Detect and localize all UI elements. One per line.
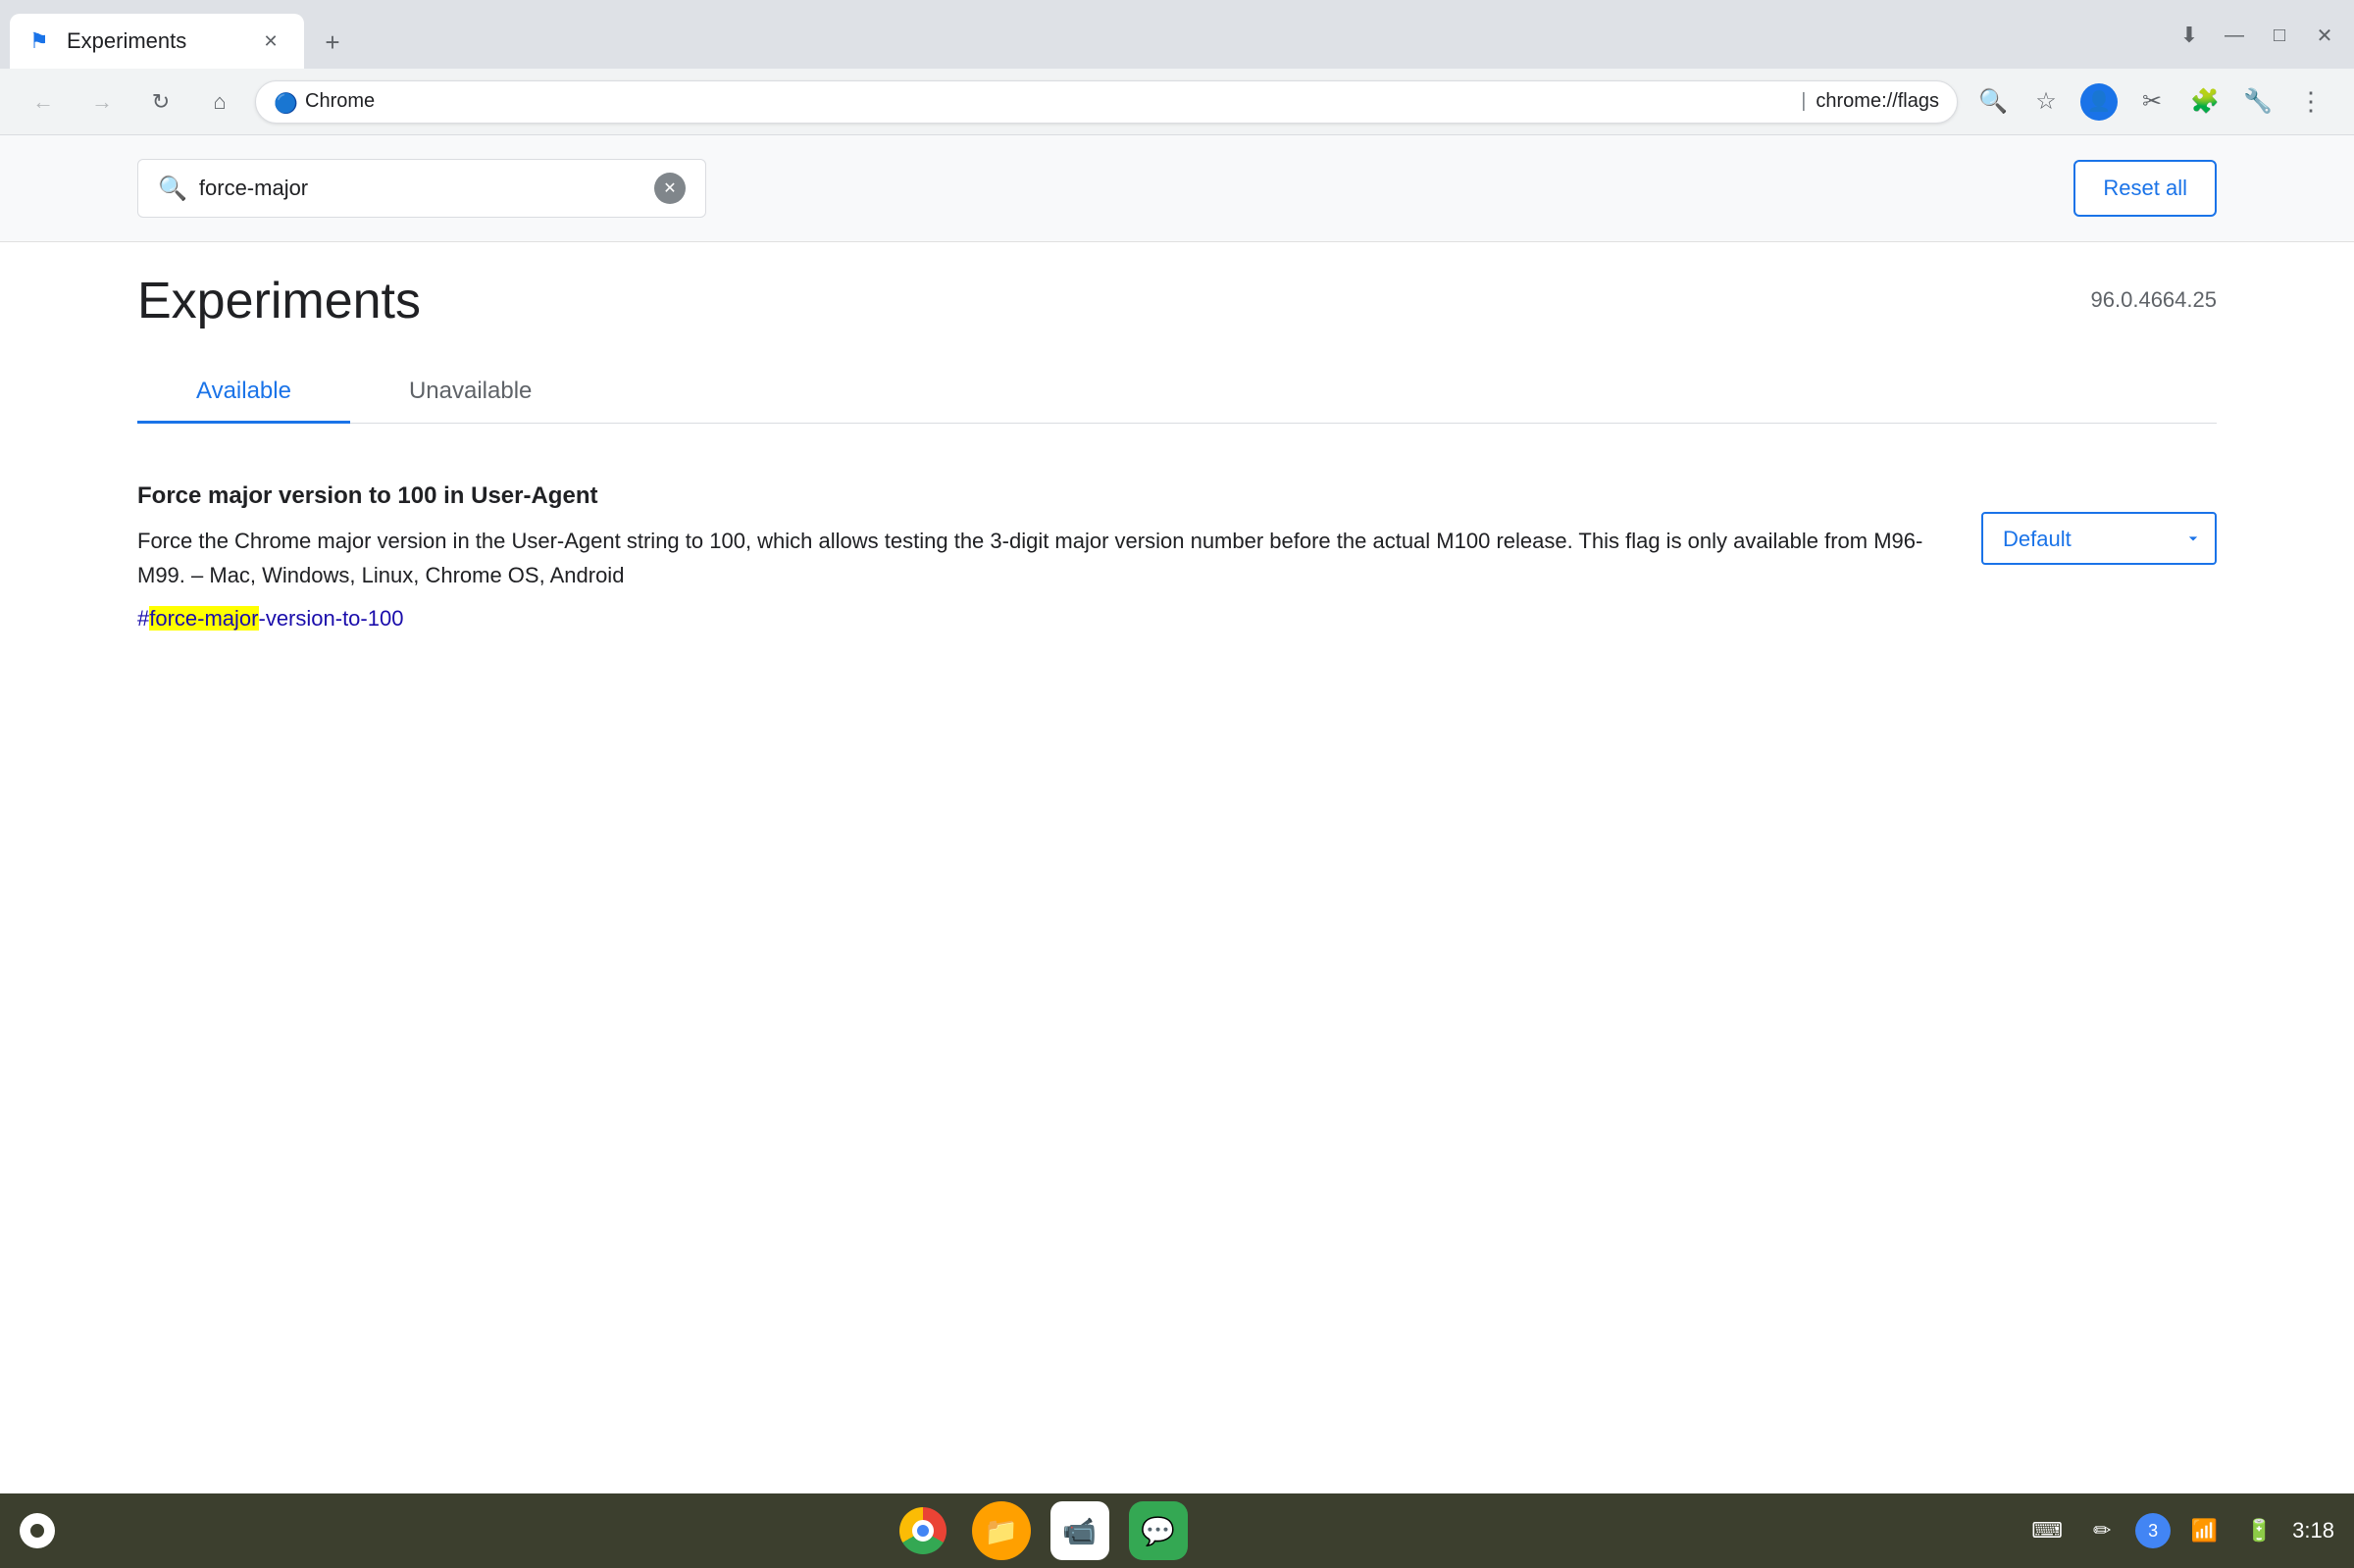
taskbar-files-app[interactable]: 📁 <box>972 1501 1031 1560</box>
address-separator: | <box>1801 90 1806 113</box>
meet-icon: 📹 <box>1062 1515 1097 1547</box>
search-input[interactable] <box>199 176 642 201</box>
new-tab-button[interactable]: + <box>310 20 355 65</box>
flags-search-bar: 🔍 ✕ Reset all <box>0 135 2354 242</box>
search-icon[interactable]: 🔍 <box>1970 78 2017 126</box>
search-input-wrap[interactable]: 🔍 ✕ <box>137 159 706 218</box>
search-clear-button[interactable]: ✕ <box>654 173 686 204</box>
flag-link-prefix: # <box>137 606 149 631</box>
bookmark-icon[interactable]: ☆ <box>2022 78 2070 126</box>
flag-link[interactable]: #force-major-version-to-100 <box>137 606 403 631</box>
tab-unavailable[interactable]: Unavailable <box>350 360 590 423</box>
record-icon <box>27 1521 47 1541</box>
tab-available[interactable]: Available <box>137 360 350 423</box>
taskbar-status-dot <box>20 1513 55 1548</box>
forward-button[interactable]: → <box>78 78 126 126</box>
pen-icon: ✏ <box>2080 1509 2124 1552</box>
page-header: Experiments 96.0.4664.25 <box>137 272 2217 330</box>
taskbar-left <box>20 1513 55 1548</box>
refresh-button[interactable]: ↻ <box>137 78 184 126</box>
profile-avatar: 👤 <box>2080 83 2118 121</box>
toolbar-icons: 🔍 ☆ 👤 ✂ 🧩 🔧 ⋮ <box>1970 78 2334 126</box>
tabs-bar: Available Unavailable <box>137 360 2217 424</box>
close-button[interactable]: ✕ <box>2305 16 2344 55</box>
tab-title: Experiments <box>67 28 245 54</box>
taskbar-right: ⌨ ✏ 3 📶 🔋 3:18 <box>2025 1509 2334 1552</box>
flag-text: Force major version to 100 in User-Agent… <box>137 482 1942 632</box>
site-favicon: 🔵 <box>274 91 295 113</box>
profile-icon[interactable]: 👤 <box>2075 78 2123 126</box>
flag-dropdown[interactable]: Default Enabled Disabled <box>1981 512 2217 565</box>
taskbar-chrome-app[interactable] <box>894 1501 952 1560</box>
flag-description: Force the Chrome major version in the Us… <box>137 524 1942 592</box>
scissors-icon[interactable]: ✂ <box>2128 78 2175 126</box>
browser-frame: ⚑ Experiments ✕ + ⬇ — □ ✕ ← → ↻ ⌂ 🔵 Chro… <box>0 0 2354 1568</box>
page-content: 🔍 ✕ Reset all Experiments 96.0.4664.25 A… <box>0 135 2354 1493</box>
flag-link-suffix: -version-to-100 <box>259 606 404 631</box>
site-name: Chrome <box>305 90 1791 113</box>
page-title: Experiments <box>137 272 421 330</box>
flag-title: Force major version to 100 in User-Agent <box>137 482 1942 510</box>
chrome-inner-circle <box>912 1520 934 1542</box>
address-input[interactable]: 🔵 Chrome | chrome://flags <box>255 80 1958 124</box>
reset-all-button[interactable]: Reset all <box>2073 160 2217 217</box>
menu-icon[interactable]: ⋮ <box>2287 78 2334 126</box>
taskbar-meet-app[interactable]: 📹 <box>1050 1501 1109 1560</box>
puzzle-icon[interactable]: 🧩 <box>2181 78 2228 126</box>
wifi-icon: 📶 <box>2182 1509 2226 1552</box>
taskbar-chat-app[interactable]: 💬 <box>1129 1501 1188 1560</box>
maximize-button[interactable]: □ <box>2260 16 2299 55</box>
address-url: chrome://flags <box>1816 90 1939 113</box>
flag-link-highlight: force-major <box>149 606 258 631</box>
version-text: 96.0.4664.25 <box>2091 287 2217 313</box>
taskbar-time: 3:18 <box>2292 1518 2334 1543</box>
chat-icon: 💬 <box>1141 1515 1175 1547</box>
tab-favicon: ⚑ <box>29 28 55 54</box>
tab-bar: ⚑ Experiments ✕ + ⬇ — □ ✕ <box>0 0 2354 69</box>
flag-dropdown-select[interactable]: Default Enabled Disabled <box>1981 512 2217 565</box>
active-tab[interactable]: ⚑ Experiments ✕ <box>10 14 304 69</box>
flag-entry: Force major version to 100 in User-Agent… <box>137 463 2217 651</box>
home-button[interactable]: ⌂ <box>196 78 243 126</box>
tab-close-button[interactable]: ✕ <box>257 27 284 55</box>
download-icon: ⬇ <box>2170 16 2209 55</box>
page-main: Experiments 96.0.4664.25 Available Unava… <box>0 242 2354 681</box>
taskbar: 📁 📹 💬 ⌨ ✏ 3 📶 🔋 3:18 <box>0 1493 2354 1568</box>
back-button[interactable]: ← <box>20 78 67 126</box>
keyboard-icon: ⌨ <box>2025 1509 2069 1552</box>
taskbar-center: 📁 📹 💬 <box>55 1501 2025 1560</box>
search-icon: 🔍 <box>158 175 187 203</box>
files-icon: 📁 <box>984 1515 1018 1547</box>
window-controls: ⬇ — □ ✕ <box>2170 16 2344 55</box>
address-bar: ← → ↻ ⌂ 🔵 Chrome | chrome://flags 🔍 ☆ 👤 … <box>0 69 2354 135</box>
minimize-button[interactable]: — <box>2215 16 2254 55</box>
notification-badge[interactable]: 3 <box>2135 1513 2171 1548</box>
extension-icon[interactable]: 🔧 <box>2234 78 2281 126</box>
battery-icon: 🔋 <box>2237 1509 2280 1552</box>
chrome-icon <box>899 1507 947 1554</box>
